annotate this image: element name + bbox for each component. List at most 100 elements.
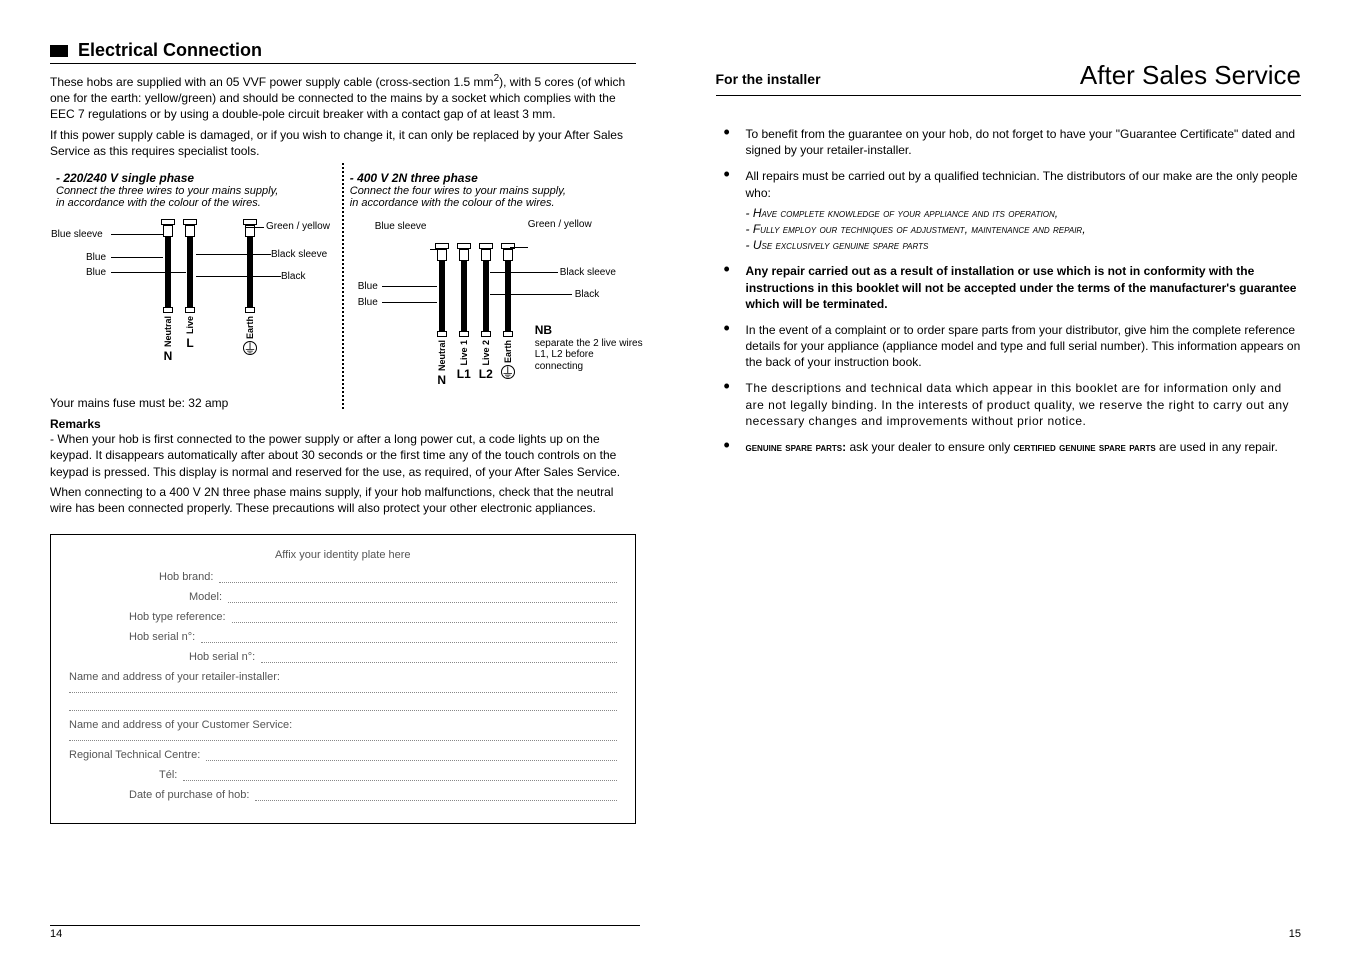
- label-black: Black: [281, 271, 305, 282]
- bullet-2-item3: - Use exclusively genuine spare parts: [746, 237, 1302, 253]
- id-service-label: Name and address of your Customer Servic…: [69, 719, 292, 731]
- bullet-6: genuine spare parts: ask your dealer to …: [746, 439, 1302, 455]
- page-number-left: 14: [50, 925, 640, 940]
- id-brand-label: Hob brand:: [159, 571, 213, 583]
- wire-live2: Live 2 L2: [479, 243, 493, 382]
- wire-earth: Earth ⏚: [243, 219, 257, 355]
- bullet-1: To benefit from the guarantee on your ho…: [746, 126, 1302, 158]
- label-live2: Live 2: [481, 340, 491, 366]
- nb-body: separate the 2 live wires L1, L2 before …: [535, 338, 645, 373]
- bullet-3-text: Any repair carried out as a result of in…: [746, 264, 1297, 310]
- single-phase-note2: in accordance with the colour of the wir…: [56, 197, 336, 209]
- three-phase-note1: Connect the four wires to your mains sup…: [350, 185, 630, 197]
- id-serial2-label: Hob serial n°:: [189, 651, 255, 663]
- wire-earth: Earth ⏚: [501, 243, 515, 379]
- single-phase-heading: - 220/240 V single phase: [56, 171, 336, 185]
- id-rtc-field[interactable]: [206, 751, 616, 761]
- remarks-p1: - When your hob is first connected to th…: [50, 431, 636, 480]
- section-header: Electrical Connection: [50, 40, 636, 64]
- label-black-sleeve: Black sleeve: [271, 249, 327, 260]
- terminal-l1: L1: [457, 367, 471, 381]
- label-blue1: Blue: [86, 252, 106, 263]
- three-phase-note2: in accordance with the colour of the wir…: [350, 197, 630, 209]
- label-earth: Earth: [245, 316, 255, 339]
- id-serial1-label: Hob serial n°:: [129, 631, 195, 643]
- id-date-field[interactable]: [255, 791, 616, 801]
- bullet-3: Any repair carried out as a result of in…: [746, 263, 1302, 312]
- wire-live: Live L: [183, 219, 197, 350]
- id-service-field[interactable]: [69, 731, 617, 741]
- label-earth: Earth: [503, 340, 513, 363]
- three-phase-heading: - 400 V 2N three phase: [350, 171, 630, 185]
- id-model-label: Model:: [189, 591, 222, 603]
- wire-neutral: Neutral N: [435, 243, 449, 387]
- nb-note: NB separate the 2 live wires L1, L2 befo…: [535, 324, 645, 372]
- terminal-l: L: [186, 336, 193, 350]
- id-retailer-field2[interactable]: [69, 701, 617, 711]
- id-typeref-field[interactable]: [232, 613, 617, 623]
- single-phase-note1: Connect the three wires to your mains su…: [56, 185, 336, 197]
- intro-paragraph-2: If this power supply cable is damaged, o…: [50, 127, 636, 159]
- label-blue1: Blue: [358, 281, 378, 292]
- identity-box: Affix your identity plate here Hob brand…: [50, 534, 636, 824]
- label-blue-sleeve: Blue sleeve: [375, 221, 427, 232]
- wire-live1: Live 1 L1: [457, 243, 471, 382]
- nb-heading: NB: [535, 324, 645, 338]
- left-page: Electrical Connection These hobs are sup…: [50, 40, 636, 934]
- terminal-n: N: [164, 349, 173, 363]
- id-tel-label: Tél:: [159, 769, 177, 781]
- label-blue2: Blue: [86, 267, 106, 278]
- id-typeref-label: Hob type reference:: [129, 611, 226, 623]
- label-green-yellow: Green / yellow: [266, 221, 330, 232]
- bullet-list: To benefit from the guarantee on your ho…: [716, 126, 1302, 455]
- bullet-6-strong2: certified genuine spare parts: [1014, 440, 1156, 454]
- label-live1: Live 1: [459, 340, 469, 366]
- section-title: Electrical Connection: [78, 40, 262, 61]
- remarks-title: Remarks: [50, 417, 636, 431]
- wiring-three-phase: - 400 V 2N three phase Connect the four …: [342, 163, 636, 409]
- three-phase-diagram: Neutral N Live 1 L1 Live 2 L2: [350, 219, 630, 409]
- label-black: Black: [575, 289, 599, 300]
- section-marker-icon: [50, 45, 68, 57]
- bullet-6-mid: ask your dealer to ensure only: [846, 440, 1013, 454]
- wiring-columns: - 220/240 V single phase Connect the thr…: [50, 163, 636, 409]
- label-black-sleeve: Black sleeve: [560, 267, 616, 278]
- bullet-4: In the event of a complaint or to order …: [746, 322, 1302, 371]
- id-title: Affix your identity plate here: [275, 549, 411, 561]
- bullet-2-item2: - Fully employ our techniques of adjustm…: [746, 221, 1302, 237]
- label-green-yellow: Green / yellow: [528, 219, 592, 230]
- remarks-p2: When connecting to a 400 V 2N three phas…: [50, 484, 636, 516]
- id-brand-field[interactable]: [219, 573, 616, 583]
- terminal-l2: L2: [479, 367, 493, 381]
- right-page: For the installer After Sales Service To…: [716, 40, 1302, 934]
- label-live: Live: [185, 316, 195, 334]
- ground-icon: ⏚: [501, 365, 515, 379]
- bullet-5: The descriptions and technical data whic…: [746, 380, 1302, 429]
- single-phase-diagram: Neutral N Live L Earth ⏚: [56, 219, 336, 409]
- right-header: For the installer After Sales Service: [716, 60, 1302, 96]
- bullet-2: All repairs must be carried out by a qua…: [746, 168, 1302, 253]
- ground-icon: ⏚: [243, 341, 257, 355]
- id-tel-field[interactable]: [183, 771, 616, 781]
- id-retailer-field1[interactable]: [69, 683, 617, 693]
- id-retailer-label: Name and address of your retailer-instal…: [69, 671, 280, 683]
- intro-text: These hobs are supplied with an 05 VVF p…: [50, 75, 494, 89]
- id-rtc-label: Regional Technical Centre:: [69, 749, 200, 761]
- label-blue2: Blue: [358, 297, 378, 308]
- id-serial1-field[interactable]: [201, 633, 616, 643]
- id-model-field[interactable]: [228, 593, 616, 603]
- bullet-2-lead: All repairs must be carried out by a qua…: [746, 169, 1298, 199]
- id-serial2-field[interactable]: [261, 653, 616, 663]
- wiring-single-phase: - 220/240 V single phase Connect the thr…: [50, 163, 342, 409]
- label-neutral: Neutral: [437, 340, 447, 371]
- header-after-sales: After Sales Service: [1080, 60, 1301, 91]
- header-installer: For the installer: [716, 71, 821, 87]
- intro-paragraph-1: These hobs are supplied with an 05 VVF p…: [50, 72, 636, 123]
- label-neutral: Neutral: [163, 316, 173, 347]
- bullet-2-item1: - Have complete knowledge of your applia…: [746, 205, 1302, 221]
- page-number-right: 15: [1289, 928, 1301, 940]
- bullet-6-strong1: genuine spare parts:: [746, 440, 847, 454]
- id-date-label: Date of purchase of hob:: [129, 789, 249, 801]
- terminal-n: N: [437, 373, 446, 387]
- label-blue-sleeve: Blue sleeve: [51, 229, 103, 240]
